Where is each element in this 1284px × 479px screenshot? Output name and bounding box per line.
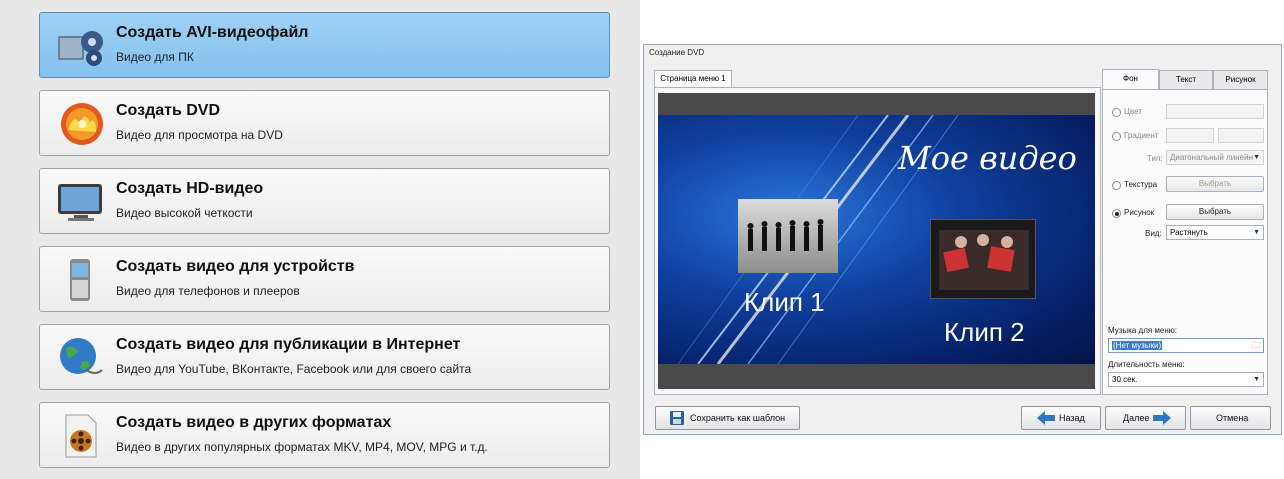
color-label: Цвет xyxy=(1124,107,1142,116)
option-create-internet[interactable]: Создать видео для публикации в Интернет … xyxy=(39,324,610,390)
cancel-label: Отмена xyxy=(1216,413,1249,423)
back-button[interactable]: Назад xyxy=(1021,406,1101,430)
gradient-label: Градиент xyxy=(1124,131,1159,140)
clip-1-thumbnail[interactable] xyxy=(738,199,838,273)
color-field xyxy=(1166,104,1264,119)
texture-label: Текстура xyxy=(1124,180,1158,189)
duration-label: Длительность меню: xyxy=(1108,360,1185,369)
option-title: Создать HD-видео xyxy=(116,180,264,197)
gradient-color-2 xyxy=(1218,128,1264,143)
type-label: Тип: xyxy=(1147,154,1163,163)
clip-1-label: Клип 1 xyxy=(744,287,825,317)
arrow-right-icon xyxy=(1153,411,1171,425)
save-as-template-label: Сохранить как шаблон xyxy=(690,413,786,423)
option-title: Создать DVD xyxy=(116,102,221,119)
radio-texture[interactable] xyxy=(1112,181,1121,190)
gradient-color-1 xyxy=(1166,128,1214,143)
option-title: Создать видео для устройств xyxy=(116,258,355,275)
option-subtitle: Видео для просмотра на DVD xyxy=(116,128,283,142)
floppy-disk-icon xyxy=(670,411,684,425)
view-mode-value: Растянуть xyxy=(1170,228,1208,237)
option-title: Создать видео в других форматах xyxy=(116,414,392,431)
next-label: Далее xyxy=(1123,413,1150,423)
tab-picture[interactable]: Рисунок xyxy=(1213,70,1268,89)
option-subtitle: Видео высокой четкости xyxy=(116,206,253,220)
music-label: Музыка для меню: xyxy=(1108,326,1177,335)
menu-preview-canvas: Мое видео Клип 1 Клип 2 xyxy=(658,93,1095,389)
globe-icon xyxy=(56,336,106,380)
dvd-disc-icon xyxy=(56,102,106,146)
option-subtitle: Видео в других популярных форматах MKV, … xyxy=(116,440,488,454)
menu-background: Мое видео Клип 1 Клип 2 xyxy=(658,115,1095,364)
dialog-title: Создание DVD xyxy=(649,48,705,57)
duration-value: 30 сек. xyxy=(1112,375,1138,384)
chevron-down-icon: ▼ xyxy=(1253,376,1260,383)
gradient-type-value: Диагональный линейн xyxy=(1170,153,1253,162)
option-create-avi[interactable]: Создать AVI-видеофайл Видео для ПК xyxy=(39,12,610,78)
folder-icon[interactable]: 🗀 xyxy=(1251,339,1260,352)
clip-2-label: Клип 2 xyxy=(944,317,1025,347)
arrow-left-icon xyxy=(1037,411,1055,425)
view-mode-select[interactable]: Растянуть ▼ xyxy=(1166,225,1264,240)
menu-heading: Мое видео xyxy=(898,139,1077,177)
option-create-devices[interactable]: Создать видео для устройств Видео для те… xyxy=(39,246,610,312)
option-create-dvd[interactable]: Создать DVD Видео для просмотра на DVD xyxy=(39,90,610,156)
video-file-icon xyxy=(56,414,106,458)
option-subtitle: Видео для YouTube, ВКонтакте, Facebook и… xyxy=(116,362,472,376)
picture-label: Рисунок xyxy=(1124,208,1155,217)
radio-picture[interactable] xyxy=(1112,209,1121,218)
save-as-template-button[interactable]: Сохранить как шаблон xyxy=(655,406,800,430)
view-label: Вид: xyxy=(1145,229,1162,238)
gradient-type-select[interactable]: Диагональный линейн ▼ xyxy=(1166,150,1264,165)
back-label: Назад xyxy=(1059,413,1085,423)
background-settings-panel: Цвет Градиент Тип: Диагональный линейн ▼… xyxy=(1102,89,1268,395)
tab-text[interactable]: Текст xyxy=(1159,70,1213,89)
tab-background[interactable]: Фон xyxy=(1102,69,1159,89)
next-button[interactable]: Далее xyxy=(1105,406,1186,430)
chevron-down-icon: ▼ xyxy=(1253,229,1260,236)
phone-icon xyxy=(56,258,106,302)
option-subtitle: Видео для телефонов и плееров xyxy=(116,284,300,298)
music-field[interactable]: (Нет музыки) 🗀 xyxy=(1108,338,1264,353)
texture-choose-button[interactable]: Выбрать xyxy=(1166,176,1264,192)
picture-choose-button[interactable]: Выбрать xyxy=(1166,204,1264,220)
option-title: Создать AVI-видеофайл xyxy=(116,24,309,41)
film-reel-icon xyxy=(56,24,106,68)
cancel-button[interactable]: Отмена xyxy=(1190,406,1271,430)
option-title: Создать видео для публикации в Интернет xyxy=(116,336,461,353)
chevron-down-icon: ▼ xyxy=(1253,154,1260,161)
music-value: (Нет музыки) xyxy=(1112,341,1163,350)
radio-color[interactable] xyxy=(1112,108,1121,117)
export-options-panel: Создать AVI-видеофайл Видео для ПК Созда… xyxy=(0,0,640,479)
dvd-creation-dialog: Создание DVD Страница меню 1 Мое видео К… xyxy=(643,44,1282,435)
radio-gradient[interactable] xyxy=(1112,132,1121,141)
option-create-hd[interactable]: Создать HD-видео Видео высокой четкости xyxy=(39,168,610,234)
clip-2-thumbnail[interactable] xyxy=(930,219,1036,299)
monitor-icon xyxy=(56,180,106,224)
menu-preview-frame: Мое видео Клип 1 Клип 2 xyxy=(654,87,1101,395)
option-create-other-formats[interactable]: Создать видео в других форматах Видео в … xyxy=(39,402,610,468)
tab-menu-page-1[interactable]: Страница меню 1 xyxy=(654,70,732,87)
option-subtitle: Видео для ПК xyxy=(116,50,194,64)
duration-select[interactable]: 30 сек. ▼ xyxy=(1108,372,1264,387)
